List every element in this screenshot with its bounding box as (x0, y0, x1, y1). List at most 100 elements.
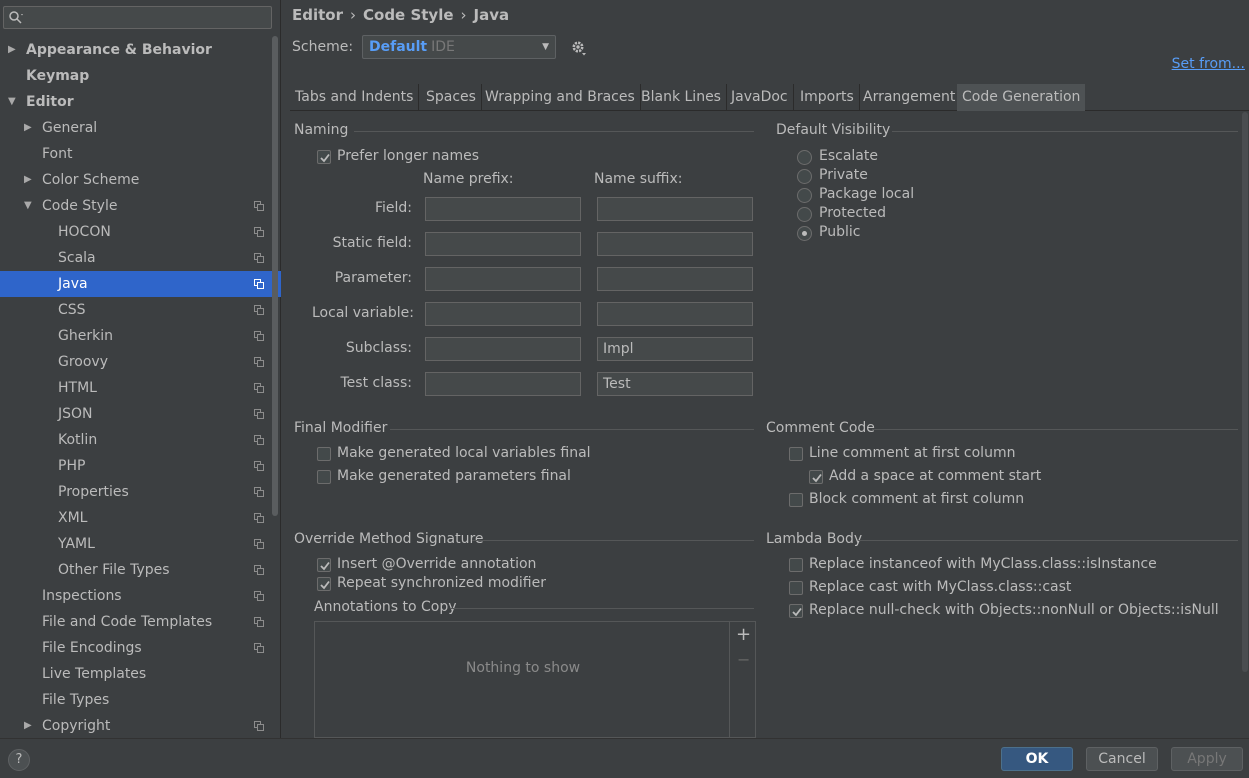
local-variable-suffix-input[interactable] (597, 302, 753, 326)
sidebar-item-label: Inspections (42, 588, 122, 604)
sidebar-item-code-style[interactable]: ▼ Code Style (0, 193, 281, 219)
apply-button[interactable]: Apply (1171, 747, 1243, 771)
settings-search-input[interactable] (3, 6, 272, 29)
local-variable-prefix-input[interactable] (425, 302, 581, 326)
final-parameters-checkbox[interactable] (317, 470, 331, 484)
tab-tabs-and-indents[interactable]: Tabs and Indents (290, 84, 420, 111)
annotations-list[interactable]: Nothing to show + − (314, 621, 756, 739)
tab-javadoc[interactable]: JavaDoc (726, 84, 794, 111)
visibility-private-radio[interactable] (797, 169, 812, 184)
sidebar-item-file-encodings[interactable]: File Encodings (0, 635, 281, 661)
remove-icon[interactable]: − (737, 650, 750, 669)
dialog-button-bar: ? OK Cancel Apply (0, 738, 1249, 778)
chevron-right-icon[interactable]: ▶ (8, 37, 18, 63)
scheme-type: IDE (431, 39, 455, 55)
visibility-escalate-radio[interactable] (797, 150, 812, 165)
name-prefix-header: Name prefix: (423, 171, 514, 187)
subclass-suffix-input[interactable]: Impl (597, 337, 753, 361)
sidebar-item-label: XML (58, 510, 88, 526)
replace-cast-label: Replace cast with MyClass.class::cast (809, 579, 1072, 595)
sidebar-item-gherkin[interactable]: Gherkin (0, 323, 281, 349)
gear-icon[interactable] (570, 39, 588, 57)
tab-arrangement[interactable]: Arrangement (858, 84, 962, 111)
sidebar-item-label: Appearance & Behavior (26, 42, 212, 58)
tab-blank-lines[interactable]: Blank Lines (636, 84, 727, 111)
static-field-prefix-input[interactable] (425, 232, 581, 256)
sidebar-item-properties[interactable]: Properties (0, 479, 281, 505)
ok-button[interactable]: OK (1001, 747, 1073, 771)
help-button[interactable]: ? (8, 749, 30, 771)
sidebar-item-label: File and Code Templates (42, 614, 213, 630)
add-icon[interactable]: + (736, 624, 751, 645)
sidebar-item-keymap[interactable]: Keymap (0, 63, 281, 89)
sidebar-item-scala[interactable]: Scala (0, 245, 281, 271)
final-local-variables-checkbox[interactable] (317, 447, 331, 461)
scheme-name: Default (369, 39, 428, 55)
replace-cast-checkbox[interactable] (789, 581, 803, 595)
sidebar-item-appearance-behavior[interactable]: ▶ Appearance & Behavior (0, 37, 281, 63)
content-scrollbar[interactable] (1242, 112, 1248, 672)
sidebar-item-editor[interactable]: ▼ Editor (0, 89, 281, 115)
sidebar-item-label: Scala (58, 250, 96, 266)
sidebar-item-font[interactable]: Font (0, 141, 281, 167)
visibility-protected-radio[interactable] (797, 207, 812, 222)
test-class-suffix-input[interactable]: Test (597, 372, 753, 396)
sidebar-item-color-scheme[interactable]: ▶ Color Scheme (0, 167, 281, 193)
chevron-right-icon[interactable]: ▶ (24, 167, 34, 193)
replace-null-check-checkbox[interactable] (789, 604, 803, 618)
sidebar-item-file-types[interactable]: File Types (0, 687, 281, 713)
chevron-down-icon[interactable]: ▼ (8, 89, 18, 115)
visibility-package-local-radio[interactable] (797, 188, 812, 203)
sidebar-item-hocon[interactable]: HOCON (0, 219, 281, 245)
sidebar-item-html[interactable]: HTML (0, 375, 281, 401)
sidebar-item-json[interactable]: JSON (0, 401, 281, 427)
set-from-link[interactable]: Set from... (1172, 56, 1245, 72)
project-copy-icon (254, 279, 264, 289)
field-prefix-input[interactable] (425, 197, 581, 221)
sidebar-item-live-templates[interactable]: Live Templates (0, 661, 281, 687)
divider (858, 540, 1238, 541)
tab-wrapping-and-braces[interactable]: Wrapping and Braces (480, 84, 641, 111)
prefer-longer-names-checkbox[interactable] (317, 150, 331, 164)
field-suffix-input[interactable] (597, 197, 753, 221)
line-comment-first-column-checkbox[interactable] (789, 447, 803, 461)
sidebar-item-label: Java (58, 276, 88, 292)
sidebar-item-php[interactable]: PHP (0, 453, 281, 479)
sidebar-item-copyright[interactable]: ▶ Copyright (0, 713, 281, 739)
sidebar-item-yaml[interactable]: YAML (0, 531, 281, 557)
tab-code-generation[interactable]: Code Generation (957, 84, 1086, 111)
chevron-down-icon[interactable]: ▼ (24, 193, 34, 219)
static-field-suffix-input[interactable] (597, 232, 753, 256)
repeat-synchronized-checkbox[interactable] (317, 577, 331, 591)
chevron-right-icon[interactable]: ▶ (24, 713, 34, 739)
block-comment-first-column-checkbox[interactable] (789, 493, 803, 507)
chevron-right-icon[interactable]: ▶ (24, 115, 34, 141)
sidebar-item-other-file-types[interactable]: Other File Types (0, 557, 281, 583)
sidebar-item-general[interactable]: ▶ General (0, 115, 281, 141)
cancel-button[interactable]: Cancel (1086, 747, 1158, 771)
insert-override-checkbox[interactable] (317, 558, 331, 572)
visibility-public-radio[interactable] (797, 226, 812, 241)
sidebar-item-xml[interactable]: XML (0, 505, 281, 531)
sidebar-item-groovy[interactable]: Groovy (0, 349, 281, 375)
test-class-prefix-input[interactable] (425, 372, 581, 396)
parameter-suffix-input[interactable] (597, 267, 753, 291)
sidebar-item-java[interactable]: Java (0, 271, 281, 297)
tab-spaces[interactable]: Spaces (421, 84, 482, 111)
override-signature-title: Override Method Signature (294, 531, 484, 547)
replace-instanceof-checkbox[interactable] (789, 558, 803, 572)
final-parameters-label: Make generated parameters final (337, 468, 571, 484)
tab-imports[interactable]: Imports (795, 84, 860, 111)
add-space-comment-label: Add a space at comment start (829, 468, 1042, 484)
subclass-prefix-input[interactable] (425, 337, 581, 361)
sidebar-item-kotlin[interactable]: Kotlin (0, 427, 281, 453)
sidebar-item-css[interactable]: CSS (0, 297, 281, 323)
sidebar-item-file-and-code-templates[interactable]: File and Code Templates (0, 609, 281, 635)
divider (450, 608, 754, 609)
search-icon (9, 11, 23, 24)
parameter-prefix-input[interactable] (425, 267, 581, 291)
sidebar-scrollbar[interactable] (272, 36, 278, 516)
add-space-comment-checkbox[interactable] (809, 470, 823, 484)
scheme-dropdown[interactable]: Default IDE ▼ (362, 35, 556, 59)
sidebar-item-inspections[interactable]: Inspections (0, 583, 281, 609)
